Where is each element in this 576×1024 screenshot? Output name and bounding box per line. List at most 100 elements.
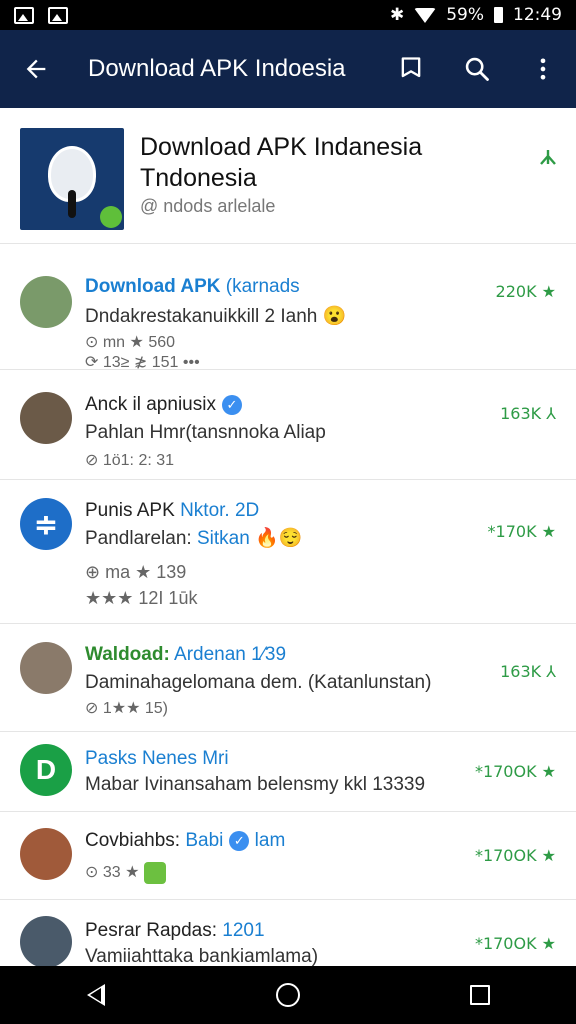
avatar (20, 392, 72, 444)
item-title: Pesrar Rapdas: 1201 (85, 920, 265, 942)
avatar (20, 642, 72, 694)
verified-icon: ✓ (229, 830, 250, 851)
item-title-main: Pesrar Rapdas: (85, 920, 218, 941)
item-description: Pahlan Hmr(tansnnoka Aliap (85, 422, 326, 443)
list-item[interactable]: ≑ Punis APK Nktor. 2D Pandlarelan: Sitka… (0, 480, 576, 624)
item-count-text: 220K (495, 282, 537, 301)
header-title-line2: Tndonesia (140, 164, 257, 192)
nav-home-icon (276, 983, 300, 1007)
microphone-icon (68, 190, 76, 218)
verified-icon: ✓ (221, 394, 242, 415)
item-title-suffix: 1201 (222, 920, 265, 941)
item-description: Pandlarelan: Sitkan 🔥😌 (85, 526, 302, 550)
item-description-text: Pandlarelan: (85, 528, 192, 549)
item-title: Pasks Nenes Mri (85, 748, 229, 770)
list-item[interactable]: Pesrar Rapdas: 1201 Vamiiahttaka bankiam… (0, 900, 576, 966)
arrow-up-icon: ⅄ (546, 662, 556, 681)
item-meta-secondary: ★★★ 12I 1ūk (85, 588, 198, 608)
item-count: 163K ⅄ (500, 404, 556, 423)
app-header-card[interactable]: Download APK Indanesia Tndonesia @ ndods… (0, 108, 576, 244)
item-count: *170OK ★ (474, 934, 556, 953)
avatar (20, 828, 72, 880)
item-title-main: Waldoad: (85, 644, 170, 665)
item-count: 220K ★ (496, 282, 556, 301)
status-notification-icons (14, 6, 68, 24)
header-subtitle: @ ndods arlelale (140, 196, 276, 216)
avatar (20, 276, 72, 328)
arrow-up-icon: ⅄ (546, 404, 556, 423)
item-title-main: Punis APK (85, 500, 175, 521)
item-count-text: 163K (500, 662, 542, 681)
logo-badge-icon (100, 206, 122, 228)
wifi-icon (414, 7, 437, 23)
photo-notification-icon (48, 6, 68, 24)
nav-recents-icon (470, 985, 490, 1005)
item-description-highlight: Sitkan (196, 528, 250, 549)
list-item[interactable]: D Pasks Nenes Mri Mabar Ivinansaham bele… (0, 732, 576, 812)
gallery-notification-icon (14, 6, 34, 24)
nav-home-button[interactable] (258, 966, 318, 1024)
item-title: Punis APK Nktor. 2D (85, 500, 259, 522)
item-title-suffix: (karnads (225, 276, 300, 297)
app-logo (20, 128, 124, 230)
item-title-main: Covbiahbs: (85, 830, 181, 851)
arrow-left-icon (26, 59, 46, 79)
item-count: *170K ★ (487, 522, 556, 541)
nav-back-button[interactable] (66, 966, 126, 1024)
item-meta-text: ⊙ 33 ★ (85, 864, 140, 882)
header-title-line1: Download APK Indanesia (140, 133, 423, 161)
emoji-icon: 😮 (322, 306, 347, 327)
item-count: *170OK ★ (474, 846, 556, 865)
item-count: *170OK ★ (474, 762, 556, 781)
header-title: Download APK Indanesia Tndonesia (140, 132, 520, 194)
item-description: Vamiiahttaka bankiamlama) (85, 946, 319, 966)
item-meta: ⊙ mn ★ 560 (85, 334, 176, 351)
battery-percentage: 59% (446, 5, 484, 25)
header-arrow-icon[interactable] (538, 148, 558, 173)
app-bar-title: Download APK Indoesia (88, 55, 346, 82)
item-meta: ⊘ 1ö1: 2: 31 (85, 452, 175, 469)
item-count-text: 163K (500, 404, 542, 423)
list-item[interactable]: Anck il apniusix ✓ Pahlan Hmr(tansnnoka A… (0, 370, 576, 480)
item-description-text: Dndakrestakanuikkill 2 Ianh (85, 306, 318, 327)
battery-icon (494, 7, 503, 23)
item-title: Waldoad: Ardenan 1⁄39 (85, 644, 286, 666)
status-right: ✱ 59% 12:49 (390, 5, 562, 25)
item-meta: ⊘ 1★★ 15) (85, 700, 169, 717)
status-time: 12:49 (513, 5, 562, 25)
item-title-main: Pasks Nenes Mri (85, 748, 229, 769)
item-title-main: Download APK (85, 276, 221, 297)
item-title: Anck il apniusix ✓ (85, 394, 242, 416)
avatar: ≑ (20, 498, 72, 550)
item-description: Daminahagelomana dem. (Katanlunstan) (85, 672, 432, 693)
app-badge-icon (143, 862, 166, 884)
item-title-suffix-2: lam (254, 830, 286, 851)
status-bar: ✱ 59% 12:49 (0, 0, 576, 30)
item-description: Mabar Ivinansaham belensmy kkl 13339 (85, 774, 426, 795)
item-title-suffix: Ardenan 1⁄39 (174, 644, 287, 665)
item-meta: ⊙ 33 ★ (85, 862, 166, 884)
search-icon (465, 57, 489, 81)
avatar (20, 916, 72, 966)
more-vertical-icon (540, 58, 546, 80)
content-list[interactable]: Download APK Indanesia Tndonesia @ ndods… (0, 108, 576, 966)
list-item[interactable]: Covbiahbs: Babi ✓ lam ⊙ 33 ★ *170OK ★ (0, 812, 576, 900)
list-item[interactable]: Download APK (karnads Dndakrestakanuikki… (0, 244, 576, 371)
item-count: 163K ⅄ (500, 662, 556, 681)
app-bar: Download APK Indoesia (0, 30, 576, 108)
bluetooth-icon: ✱ (389, 5, 405, 25)
navigation-bar (0, 966, 576, 1024)
item-meta-secondary: ⟳ 13≥ ≵ 151 ••• (85, 354, 200, 371)
item-title: Covbiahbs: Babi ✓ lam (85, 830, 285, 852)
list-item[interactable]: Waldoad: Ardenan 1⁄39 Daminahagelomana d… (0, 624, 576, 732)
back-button[interactable] (0, 30, 72, 108)
item-title-suffix: Babi (185, 830, 224, 851)
item-description: Dndakrestakanuikkill 2 Ianh 😮 (85, 304, 346, 328)
search-button[interactable] (444, 30, 510, 108)
item-title-suffix: Nktor. 2D (180, 500, 260, 521)
avatar: D (20, 744, 72, 796)
item-title: Download APK (karnads (85, 276, 300, 298)
bookmark-button[interactable] (378, 30, 444, 108)
more-options-button[interactable] (510, 30, 576, 108)
nav-recents-button[interactable] (450, 966, 510, 1024)
